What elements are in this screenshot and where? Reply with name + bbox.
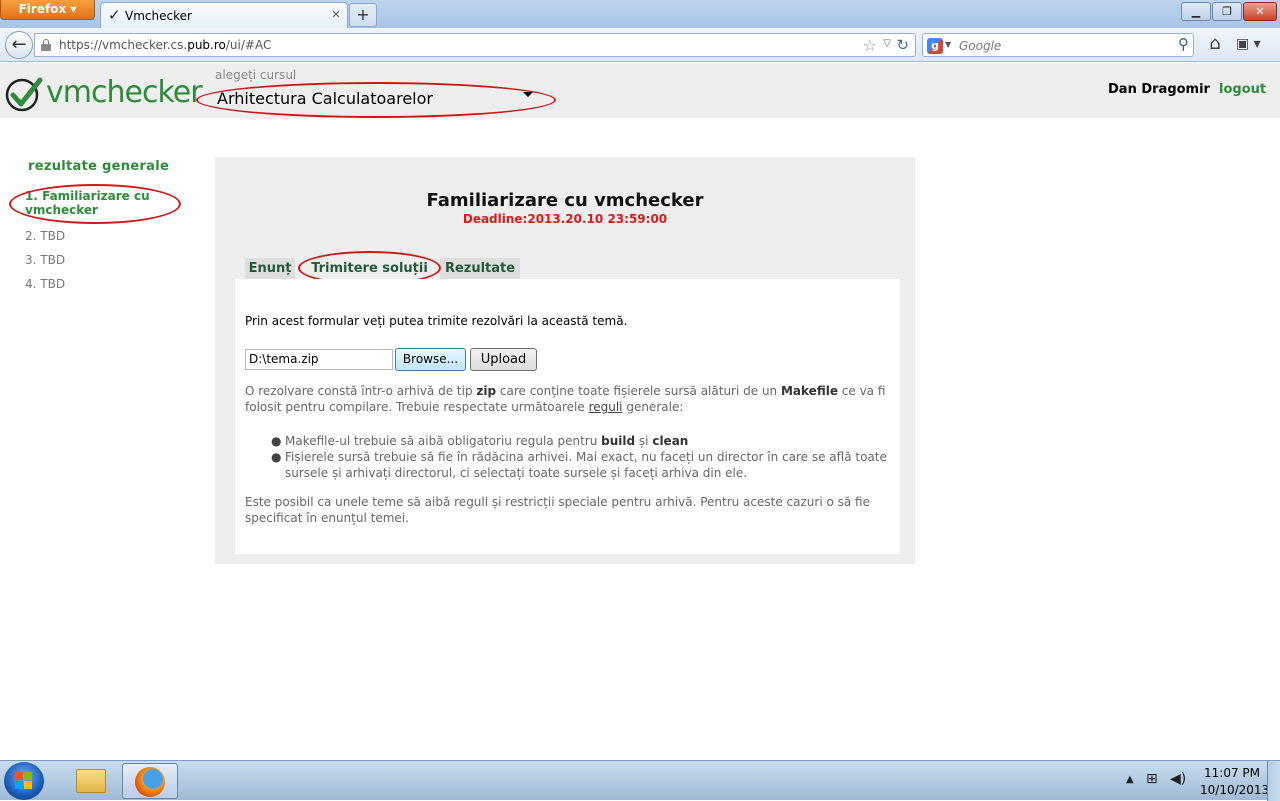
list-item: ● Fișierele sursă trebuie să fie în rădăc… (271, 450, 887, 480)
course-select[interactable]: Arhitectura Calculatoarelor (207, 85, 547, 111)
search-bar[interactable]: g ▼ Google ⚲ (922, 33, 1194, 57)
home-icon[interactable]: ⌂ (1203, 33, 1227, 57)
back-button[interactable]: ← (5, 31, 33, 59)
google-icon[interactable]: g (927, 38, 943, 54)
close-tab-icon[interactable]: ✕ (329, 8, 343, 22)
url-dropdown-icon[interactable]: ▽ (883, 38, 891, 49)
browse-button[interactable]: Browse... (395, 348, 466, 371)
taskbar-firefox-button[interactable] (122, 763, 178, 799)
upload-button[interactable]: Upload (470, 348, 537, 371)
site-header: vmchecker alegeți cursul Arhitectura Cal… (0, 63, 1280, 118)
vmchecker-logo[interactable]: vmchecker (4, 75, 203, 113)
course-select-value: Arhitectura Calculatoarelor (217, 89, 433, 108)
taskbar: ▲ ⊞ ◀) 11:07 PM 10/10/2013 (0, 760, 1280, 801)
special-rules-note: Este posibil ca unele teme să aibă regul… (245, 495, 870, 525)
browser-tab-strip: Firefox ▾ ✓ Vmchecker ✕ + ▁ ❐ ✕ (0, 0, 1280, 28)
clock-date[interactable]: 10/10/2013 (1200, 783, 1269, 797)
rules-link[interactable]: reguli (589, 400, 623, 414)
window-maximize-button[interactable]: ❐ (1212, 2, 1242, 21)
assignment-panel: Familiarizare cu vmchecker Deadline:2013… (215, 157, 915, 564)
tab-submit-solutions[interactable]: Trimitere soluții (302, 258, 437, 279)
file-path-input[interactable]: D:\tema.zip (245, 349, 393, 370)
archive-description: O rezolvare constă într-o arhivă de tip … (245, 384, 886, 414)
volume-icon[interactable]: ◀) (1170, 771, 1186, 787)
logout-link[interactable]: logout (1219, 82, 1266, 97)
search-engine-dropdown-icon[interactable]: ▼ (945, 40, 951, 49)
clock-time[interactable]: 11:07 PM (1204, 766, 1260, 780)
logo-text: vmchecker (46, 75, 203, 110)
intro-text: Prin acest formular veți putea trimite r… (245, 314, 628, 328)
bullet-icon: ● (271, 434, 282, 448)
firefox-menu-button[interactable]: Firefox ▾ (0, 0, 95, 20)
show-hidden-icons-icon[interactable]: ▲ (1126, 774, 1134, 785)
show-desktop-button[interactable] (1267, 761, 1280, 801)
firefox-icon (135, 767, 165, 797)
sidebar-item-assignment-3[interactable]: 3. TBD (25, 253, 65, 267)
bookmark-star-icon[interactable]: ☆ (863, 36, 877, 55)
rules-list: ● Makefile-ul trebuie să aibă obligatoriu… (271, 433, 895, 481)
address-bar[interactable]: https://vmchecker.cs.pub.ro/ui/#AC ☆ ▽ ↻ (34, 33, 916, 57)
chevron-down-icon (523, 92, 533, 97)
windows-logo-icon (15, 772, 33, 790)
page-title: Familiarizare cu vmchecker (426, 190, 704, 211)
taskbar-explorer-button[interactable] (62, 763, 118, 799)
bookmarks-menu-icon[interactable]: ▣ ▾ (1236, 33, 1276, 57)
sidebar: rezultate generale 1. Familiarizare cu v… (0, 118, 210, 318)
new-tab-button[interactable]: + (349, 3, 377, 27)
tab-title: Vmchecker (125, 9, 192, 23)
tab-results[interactable]: Rezultate (440, 258, 520, 279)
sidebar-item-assignment-4[interactable]: 4. TBD (25, 277, 65, 291)
window-close-button[interactable]: ✕ (1243, 2, 1277, 21)
url-text[interactable]: https://vmchecker.cs.pub.ro/ui/#AC (59, 38, 271, 52)
system-tray: ▲ ⊞ ◀) 11:07 PM 10/10/2013 (1120, 761, 1280, 801)
browser-nav-bar: ← https://vmchecker.cs.pub.ro/ui/#AC ☆ ▽… (0, 28, 1280, 62)
sidebar-item-assignment-1[interactable]: 1. Familiarizare cu vmchecker (25, 189, 175, 217)
folder-icon (76, 769, 106, 793)
search-icon[interactable]: ⚲ (1178, 35, 1189, 53)
start-button[interactable] (4, 762, 44, 800)
sidebar-item-assignment-2[interactable]: 2. TBD (25, 229, 65, 243)
course-label: alegeți cursul (215, 68, 297, 82)
reload-icon[interactable]: ↻ (896, 36, 909, 54)
search-input[interactable]: Google (959, 39, 1001, 53)
network-icon[interactable]: ⊞ (1146, 771, 1158, 787)
deadline-text: Deadline:2013.20.10 23:59:00 (462, 212, 668, 226)
list-item: ● Makefile-ul trebuie să aibă obligatoriu… (271, 434, 689, 448)
user-name: Dan Dragomir (1108, 82, 1210, 97)
sidebar-title-general-results[interactable]: rezultate generale (28, 159, 169, 174)
checkmark-favicon-icon: ✓ (108, 6, 121, 24)
bullet-icon: ● (271, 450, 282, 464)
tab-statement[interactable]: Enunț (245, 258, 295, 279)
lock-icon (41, 39, 51, 51)
check-logo-icon (5, 77, 43, 112)
window-minimize-button[interactable]: ▁ (1181, 2, 1211, 21)
browser-tab[interactable]: ✓ Vmchecker ✕ (100, 2, 348, 28)
submit-content: Prin acest formular veți putea trimite r… (235, 279, 900, 554)
